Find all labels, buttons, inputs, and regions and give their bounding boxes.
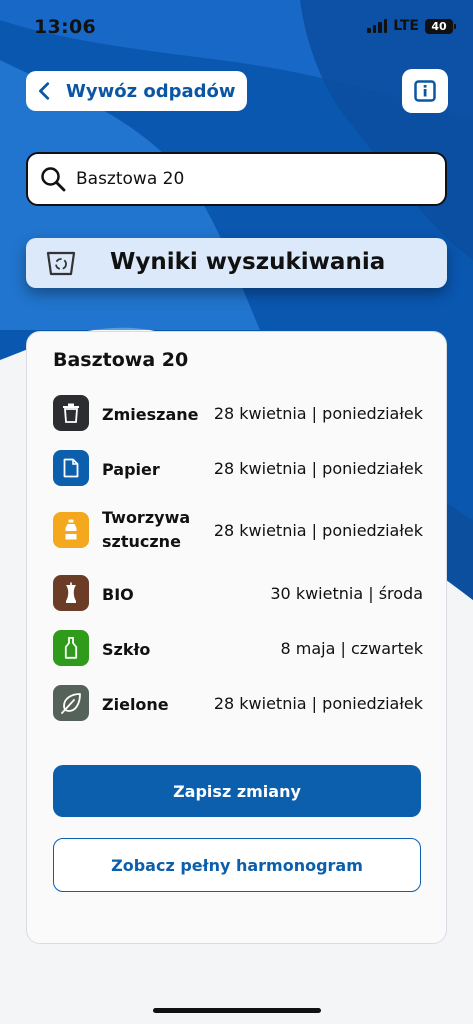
apple-core-icon <box>53 575 89 611</box>
list-item: Papier 28 kwietnia | poniedziałek <box>53 450 423 486</box>
back-button[interactable]: Wywóz odpadów <box>26 71 247 111</box>
waste-type-name: BIO <box>102 585 134 604</box>
signal-icon <box>367 19 388 33</box>
glass-bottle-icon <box>53 630 89 666</box>
leaf-icon <box>53 685 89 721</box>
home-indicator[interactable] <box>153 1008 321 1013</box>
status-time: 13:06 <box>34 16 96 38</box>
bottle-icon <box>53 512 89 548</box>
search-field[interactable] <box>26 152 447 206</box>
collection-date: 28 kwietnia | poniedziałek <box>213 694 423 713</box>
info-icon <box>414 80 436 102</box>
back-button-label: Wywóz odpadów <box>66 80 236 102</box>
results-header: Wyniki wyszukiwania <box>26 238 447 288</box>
status-bar: 13:06 LTE 40 <box>0 0 473 56</box>
collection-date: 28 kwietnia | poniedziałek <box>213 521 423 540</box>
list-item: Zielone 28 kwietnia | poniedziałek <box>53 685 423 721</box>
list-item: Szkło 8 maja | czwartek <box>53 630 423 666</box>
list-item: Zmieszane 28 kwietnia | poniedziałek <box>53 395 423 431</box>
results-title: Wyniki wyszukiwania <box>110 249 386 275</box>
info-button[interactable] <box>402 69 448 113</box>
collection-date: 28 kwietnia | poniedziałek <box>213 459 423 478</box>
save-changes-button[interactable]: Zapisz zmiany <box>53 765 421 817</box>
chevron-left-icon <box>39 82 50 100</box>
list-item: Tworzywa sztuczne 28 kwietnia | poniedzi… <box>53 508 423 551</box>
list-item: BIO 30 kwietnia | środa <box>53 575 423 611</box>
recycle-bin-icon <box>46 251 76 276</box>
trash-icon <box>53 395 89 431</box>
waste-type-name: Zmieszane <box>102 405 199 424</box>
battery-icon: 40 <box>425 18 456 34</box>
collection-date: 28 kwietnia | poniedziałek <box>213 404 423 423</box>
full-schedule-button[interactable]: Zobacz pełny harmonogram <box>53 838 421 892</box>
document-icon <box>53 450 89 486</box>
waste-type-name: Szkło <box>102 640 151 659</box>
network-label: LTE <box>393 18 419 34</box>
search-input[interactable] <box>76 169 406 189</box>
waste-type-name: Papier <box>102 460 160 479</box>
schedule-card: Basztowa 20 Zmieszane 28 kwietnia | poni… <box>26 331 447 944</box>
card-address: Basztowa 20 <box>53 349 189 371</box>
battery-level: 40 <box>431 19 447 33</box>
collection-date: 30 kwietnia | środa <box>270 584 423 603</box>
status-indicators: LTE 40 <box>367 18 456 34</box>
waste-type-name: Zielone <box>102 695 169 714</box>
collection-date: 8 maja | czwartek <box>280 639 423 658</box>
search-icon <box>41 167 66 192</box>
waste-type-name: Tworzywa sztuczne <box>102 508 191 551</box>
